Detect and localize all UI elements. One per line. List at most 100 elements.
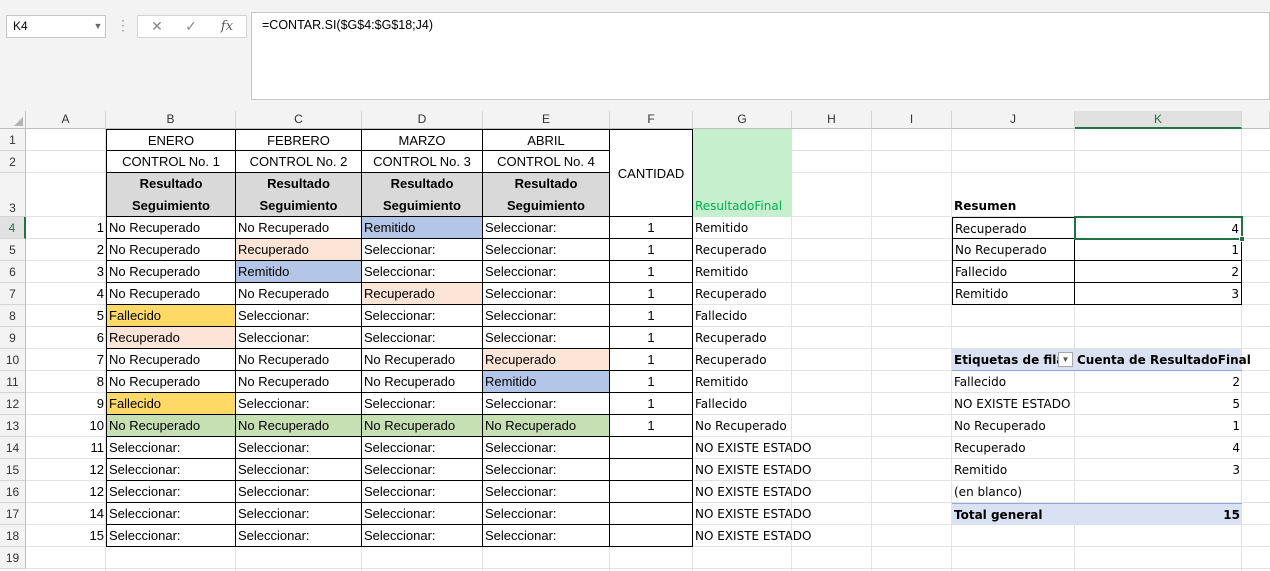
pivot-row-label[interactable]: Fallecido bbox=[952, 371, 1075, 393]
seguimiento-select-d[interactable]: Seleccionar: bbox=[362, 239, 483, 261]
filter-dropdown-icon[interactable]: ▼ bbox=[1058, 352, 1073, 367]
resultado-final-cell[interactable]: No Recuperado bbox=[693, 415, 792, 437]
seguimiento-select-b[interactable]: No Recuperado bbox=[106, 349, 236, 371]
seguimiento-select-b[interactable]: Seleccionar: bbox=[106, 481, 236, 503]
cantidad-cell[interactable]: 1 bbox=[610, 261, 693, 283]
seguimiento-select-d[interactable]: Seleccionar: bbox=[362, 503, 483, 525]
seguimiento-select-c[interactable]: No Recuperado bbox=[236, 415, 362, 437]
seguimiento-select-e[interactable]: Seleccionar: bbox=[483, 503, 610, 525]
seguimiento-select-c[interactable]: Seleccionar: bbox=[236, 525, 362, 547]
seguimiento-select-e[interactable]: Seleccionar: bbox=[483, 459, 610, 481]
resultado-final-cell[interactable]: Fallecido bbox=[693, 393, 792, 415]
seguimiento-select-d[interactable]: Seleccionar: bbox=[362, 261, 483, 283]
pivot-row-labels-header[interactable]: Etiquetas de fila bbox=[952, 349, 1075, 371]
seguimiento-select-b[interactable]: No Recuperado bbox=[106, 415, 236, 437]
seguimiento-select-b[interactable]: No Recuperado bbox=[106, 371, 236, 393]
seguimiento-select-c[interactable]: Seleccionar: bbox=[236, 481, 362, 503]
seguimiento-select-b[interactable]: Seleccionar: bbox=[106, 525, 236, 547]
row-header-14[interactable]: 14 bbox=[0, 437, 26, 459]
seguimiento-select-c[interactable]: Seleccionar: bbox=[236, 437, 362, 459]
seguimiento-select-e[interactable]: Seleccionar: bbox=[483, 327, 610, 349]
seguimiento-select-d[interactable]: Seleccionar: bbox=[362, 327, 483, 349]
row-header-18[interactable]: 18 bbox=[0, 525, 26, 547]
column-header-f[interactable]: F bbox=[610, 111, 693, 129]
seguimiento-select-e[interactable]: Remitido bbox=[483, 371, 610, 393]
resumen-count[interactable]: 1 bbox=[1075, 239, 1242, 261]
row-header-17[interactable]: 17 bbox=[0, 503, 26, 525]
month-header-c[interactable]: FEBRERO bbox=[236, 129, 362, 151]
pivot-row-label[interactable]: Recuperado bbox=[952, 437, 1075, 459]
seguimiento-select-e[interactable]: Seleccionar: bbox=[483, 393, 610, 415]
cantidad-cell[interactable]: 1 bbox=[610, 283, 693, 305]
fill-handle[interactable] bbox=[1239, 236, 1245, 242]
control-header-c[interactable]: CONTROL No. 2 bbox=[236, 151, 362, 173]
row-header-4[interactable]: 4 bbox=[0, 217, 26, 239]
seguimiento-select-d[interactable]: No Recuperado bbox=[362, 349, 483, 371]
pivot-row-value[interactable]: 5 bbox=[1075, 393, 1242, 415]
seguimiento-select-b[interactable]: Seleccionar: bbox=[106, 437, 236, 459]
resumen-label[interactable]: Remitido bbox=[952, 283, 1075, 305]
cantidad-cell[interactable] bbox=[610, 481, 693, 503]
seguimiento-select-d[interactable]: No Recuperado bbox=[362, 415, 483, 437]
resultado-final-cell[interactable]: Recuperado bbox=[693, 327, 792, 349]
column-header-e[interactable]: E bbox=[483, 111, 610, 129]
seguimiento-select-c[interactable]: No Recuperado bbox=[236, 349, 362, 371]
seguimiento-select-e[interactable]: Seleccionar: bbox=[483, 437, 610, 459]
cantidad-cell[interactable]: 1 bbox=[610, 217, 693, 239]
seguimiento-select-b[interactable]: No Recuperado bbox=[106, 283, 236, 305]
seguimiento-select-c[interactable]: Seleccionar: bbox=[236, 393, 362, 415]
resultado-final-cell[interactable]: NO EXISTE ESTADO bbox=[693, 459, 811, 481]
seguimiento-select-e[interactable]: Seleccionar: bbox=[483, 481, 610, 503]
seguimiento-select-e[interactable]: Seleccionar: bbox=[483, 525, 610, 547]
resultado-final-cell[interactable]: Recuperado bbox=[693, 349, 792, 371]
seguimiento-select-c[interactable]: Recuperado bbox=[236, 239, 362, 261]
row-header-2[interactable]: 2 bbox=[0, 151, 26, 173]
resultado-final-cell[interactable]: Remitido bbox=[693, 217, 792, 239]
row-header-12[interactable]: 12 bbox=[0, 393, 26, 415]
resultado-final-cell[interactable]: Recuperado bbox=[693, 283, 792, 305]
row-header-5[interactable]: 5 bbox=[0, 239, 26, 261]
seguimiento-select-d[interactable]: Recuperado bbox=[362, 283, 483, 305]
cantidad-cell[interactable]: 1 bbox=[610, 239, 693, 261]
pivot-row-value[interactable]: 1 bbox=[1075, 415, 1242, 437]
control-header-d[interactable]: CONTROL No. 3 bbox=[362, 151, 483, 173]
selected-cell-outline[interactable] bbox=[1074, 216, 1243, 240]
row-header-16[interactable]: 16 bbox=[0, 481, 26, 503]
seguimiento-select-d[interactable]: Seleccionar: bbox=[362, 525, 483, 547]
row-header-9[interactable]: 9 bbox=[0, 327, 26, 349]
seguimiento-select-c[interactable]: Seleccionar: bbox=[236, 503, 362, 525]
month-header-b[interactable]: ENERO bbox=[106, 129, 236, 151]
row-header-8[interactable]: 8 bbox=[0, 305, 26, 327]
resumen-count[interactable]: 2 bbox=[1075, 261, 1242, 283]
cantidad-cell[interactable] bbox=[610, 437, 693, 459]
column-header-g[interactable]: G bbox=[693, 111, 792, 129]
seguimiento-select-e[interactable]: Seleccionar: bbox=[483, 239, 610, 261]
resultado-final-cell[interactable]: Remitido bbox=[693, 371, 792, 393]
seguimiento-select-c[interactable]: No Recuperado bbox=[236, 283, 362, 305]
seguimiento-select-c[interactable]: Remitido bbox=[236, 261, 362, 283]
cantidad-cell[interactable] bbox=[610, 503, 693, 525]
cantidad-cell[interactable]: 1 bbox=[610, 393, 693, 415]
seguimiento-select-d[interactable]: Seleccionar: bbox=[362, 459, 483, 481]
resultado-final-cell[interactable]: Remitido bbox=[693, 261, 792, 283]
formula-input[interactable]: =CONTAR.SI($G$4:$G$18;J4) bbox=[251, 12, 1270, 100]
column-header-h[interactable]: H bbox=[792, 111, 872, 129]
seguimiento-select-d[interactable]: Seleccionar: bbox=[362, 305, 483, 327]
resumen-label[interactable]: Fallecido bbox=[952, 261, 1075, 283]
seguimiento-select-c[interactable]: Seleccionar: bbox=[236, 305, 362, 327]
seguimiento-select-c[interactable]: No Recuperado bbox=[236, 371, 362, 393]
resultado-final-cell[interactable]: Fallecido bbox=[693, 305, 792, 327]
pivot-row-label[interactable]: No Recuperado bbox=[952, 415, 1075, 437]
seguimiento-select-d[interactable]: No Recuperado bbox=[362, 371, 483, 393]
pivot-row-value[interactable]: 4 bbox=[1075, 437, 1242, 459]
seguimiento-select-d[interactable]: Seleccionar: bbox=[362, 393, 483, 415]
pivot-row-label[interactable]: NO EXISTE ESTADO bbox=[952, 393, 1075, 415]
seguimiento-select-b[interactable]: No Recuperado bbox=[106, 239, 236, 261]
chevron-down-icon[interactable]: ▼ bbox=[90, 15, 106, 38]
pivot-row-label[interactable]: Remitido bbox=[952, 459, 1075, 481]
resumen-label[interactable]: No Recuperado bbox=[952, 239, 1075, 261]
cantidad-cell[interactable]: 1 bbox=[610, 349, 693, 371]
resultado-final-cell[interactable]: NO EXISTE ESTADO bbox=[693, 481, 811, 503]
seguimiento-select-d[interactable]: Seleccionar: bbox=[362, 481, 483, 503]
resultado-final-header[interactable]: ResultadoFinal bbox=[693, 173, 792, 217]
